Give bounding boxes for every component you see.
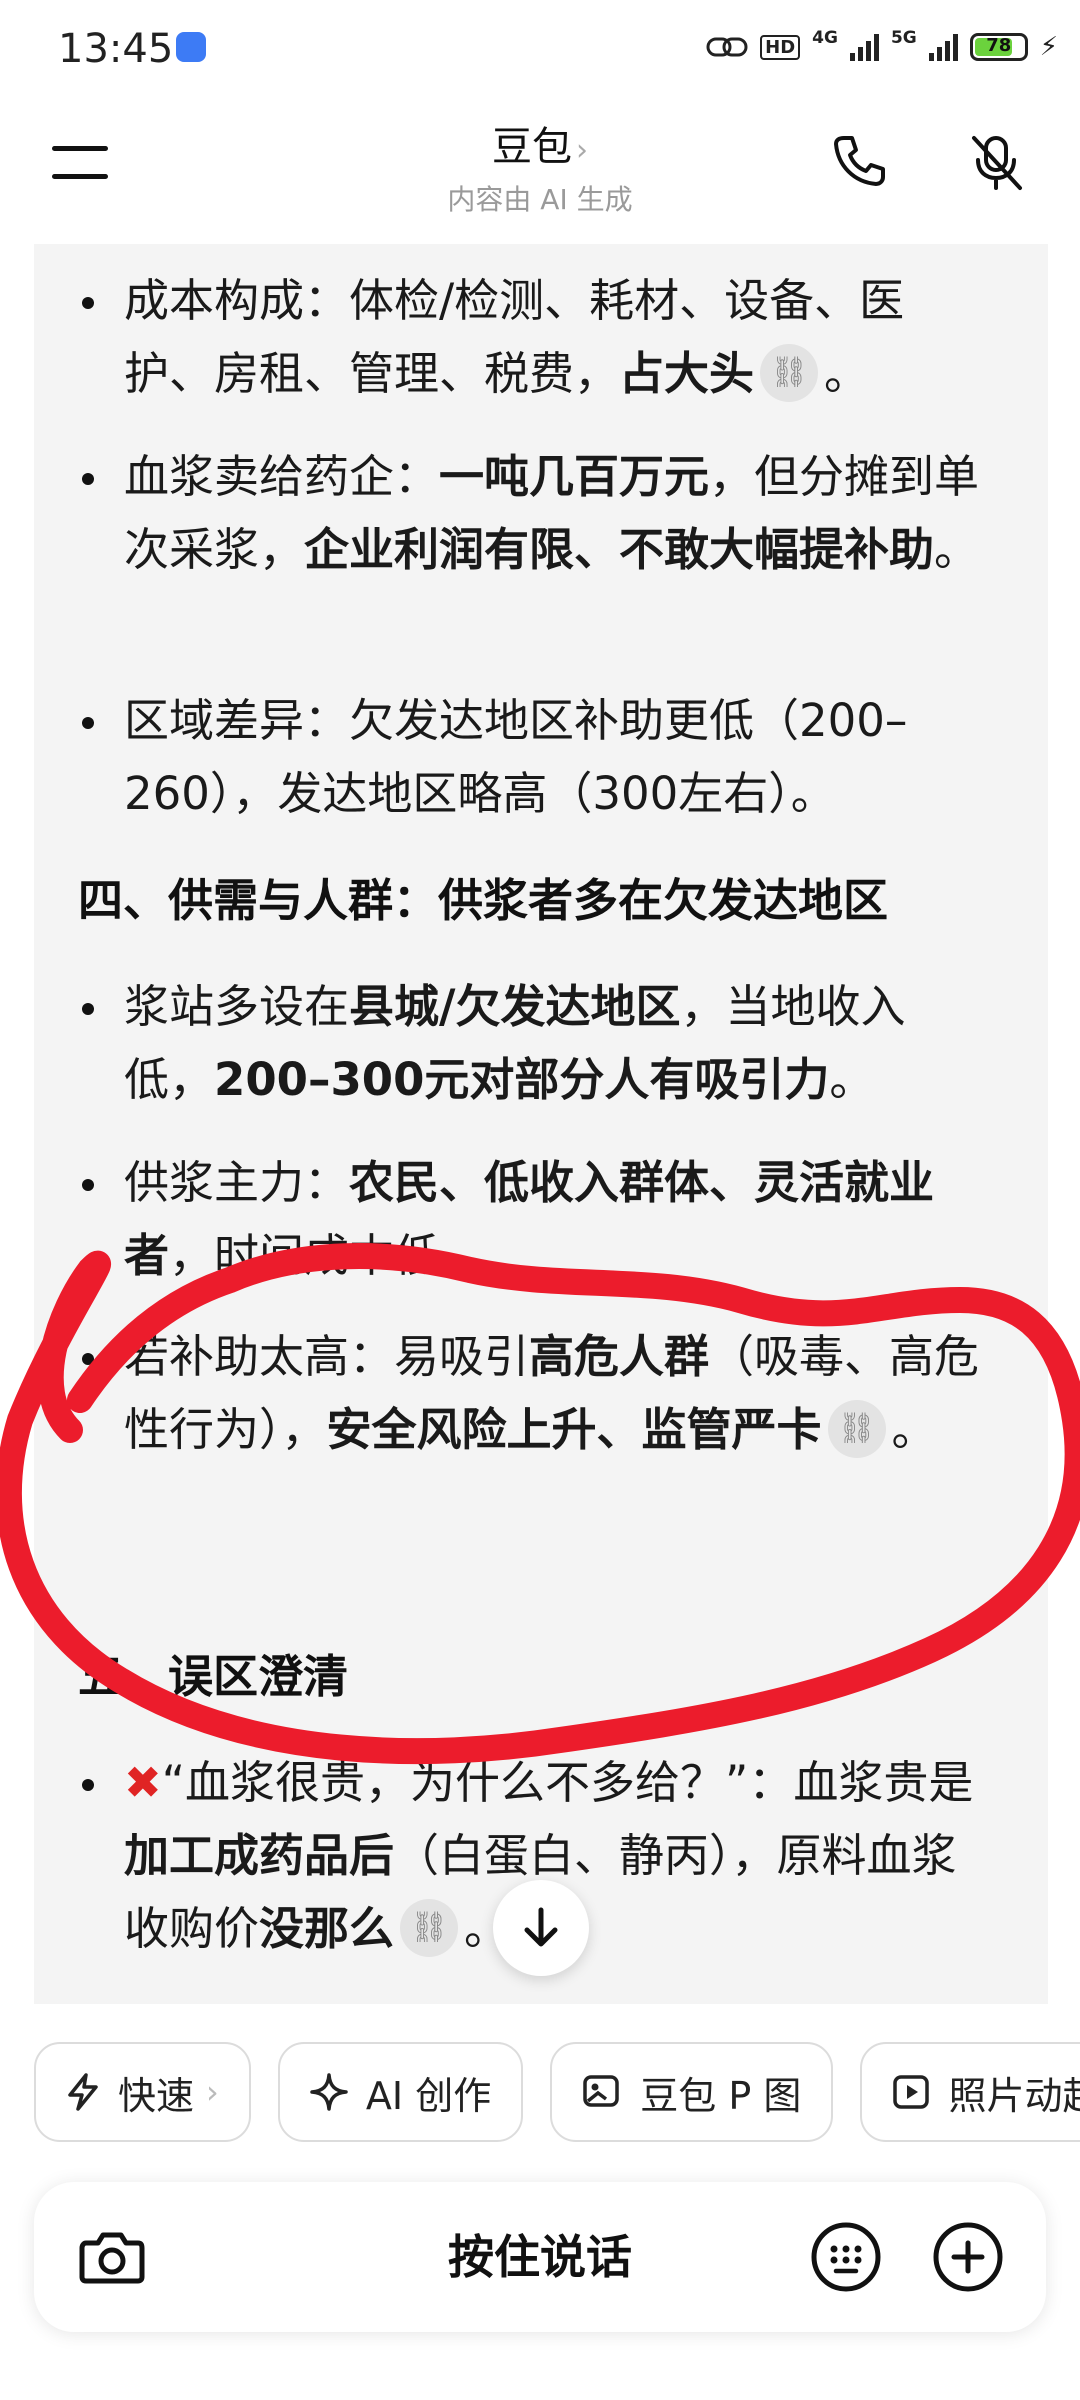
text: ，时间成本低。 bbox=[169, 1229, 485, 1282]
link-icon[interactable]: ⛓ bbox=[827, 1400, 886, 1458]
chip-photo-edit[interactable]: 豆包 P 图 bbox=[550, 2042, 834, 2142]
charging-icon: ⚡ bbox=[1039, 32, 1058, 62]
chip-quick[interactable]: 快速 › bbox=[34, 2042, 251, 2142]
notification-app-icon bbox=[176, 32, 206, 62]
list-item: 成本构成：体检/检测、耗材、设备、医护、房租、管理、税费，占大头 ⛓。 bbox=[34, 264, 1048, 410]
battery-icon: 78 bbox=[969, 33, 1028, 61]
chevron-right-icon: › bbox=[576, 133, 588, 168]
status-icons: HD 4G 5G 78 ⚡ bbox=[706, 28, 1058, 66]
scroll-to-bottom-button[interactable] bbox=[493, 1880, 589, 1976]
status-bar: 13:45 HD 4G 5G 78 ⚡ bbox=[0, 0, 1080, 96]
chip-label: 快速 bbox=[118, 2073, 195, 2118]
bold-text: 县城/欠发达地区 bbox=[349, 980, 681, 1033]
sparkle-icon bbox=[310, 2073, 348, 2111]
text: 。 bbox=[824, 347, 870, 400]
link-icon[interactable]: ⛓ bbox=[760, 344, 819, 402]
bold-text: 占大头 bbox=[619, 347, 755, 400]
bold-text: 加工成药品后 bbox=[124, 1829, 395, 1882]
network-5g-label: 5G bbox=[890, 28, 917, 48]
text: 浆站多设在 bbox=[124, 980, 350, 1033]
hold-to-talk-button[interactable]: 按住说话 bbox=[334, 2182, 746, 2332]
signal-icon bbox=[928, 33, 958, 61]
lightning-icon bbox=[66, 2073, 100, 2111]
chat-title: 豆包 bbox=[492, 124, 572, 170]
list-item: 血浆卖给药企：一吨几百万元，但分摊到单次采浆，企业利润有限、不敢大幅提补助。 bbox=[34, 440, 1048, 586]
bold-text: 200–300元对部分人有吸引力 bbox=[214, 1053, 830, 1106]
text: 。 bbox=[934, 523, 980, 576]
chip-label: AI 创作 bbox=[365, 2073, 492, 2118]
image-edit-icon bbox=[582, 2073, 622, 2111]
text: 。 bbox=[891, 1403, 937, 1456]
keyboard-icon[interactable] bbox=[808, 2219, 884, 2295]
link-status-icon bbox=[706, 37, 748, 57]
bold-text: 没那么 bbox=[259, 1902, 395, 1955]
chip-photo-animate[interactable]: 照片动起来 bbox=[860, 2042, 1080, 2142]
chat-title-area[interactable]: 豆包 › 内容由 AI 生成 bbox=[340, 114, 740, 218]
list-item: 区域差异：欠发达地区补助更低（200–260），发达地区略高（300左右）。 bbox=[34, 684, 1048, 830]
chat-header: 豆包 › 内容由 AI 生成 bbox=[0, 100, 1080, 240]
chip-label: 照片动起来 bbox=[948, 2073, 1080, 2118]
list-item: 浆站多设在县城/欠发达地区，当地收入低，200–300元对部分人有吸引力。 bbox=[34, 970, 1048, 1116]
chevron-right-icon: › bbox=[206, 2073, 219, 2111]
quick-action-chips: 快速 › AI 创作 豆包 P 图 照片动起来 bbox=[34, 2042, 1080, 2146]
input-bar: 按住说话 bbox=[34, 2182, 1046, 2332]
text: 若补助太高：易吸引 bbox=[124, 1330, 530, 1383]
section-heading: 四、供需与人群：供浆者多在欠发达地区 bbox=[78, 874, 889, 927]
status-time: 13:45 bbox=[58, 26, 174, 72]
arrow-down-icon bbox=[524, 1907, 558, 1947]
play-icon bbox=[892, 2073, 930, 2111]
chip-label: 豆包 P 图 bbox=[640, 2073, 802, 2118]
list-item: 若补助太高：易吸引高危人群（吸毒、高危性行为），安全风险上升、监管严卡 ⛓。 bbox=[34, 1320, 1048, 1466]
text: “血浆很贵，为什么不多给？”：血浆贵是 bbox=[161, 1756, 974, 1809]
ai-generated-notice: 内容由 AI 生成 bbox=[447, 183, 633, 216]
text: 血浆卖给药企： bbox=[124, 450, 440, 503]
section-heading: 五、误区澄清 bbox=[78, 1650, 349, 1703]
plus-icon[interactable] bbox=[930, 2219, 1006, 2295]
phone-icon[interactable] bbox=[826, 130, 890, 194]
bold-text: 高危人群 bbox=[529, 1330, 710, 1383]
bold-text: 一吨几百万元 bbox=[439, 450, 710, 503]
bold-text: 企业利润有限、不敢大幅提补助 bbox=[304, 523, 935, 576]
list-item: 供浆主力：农民、低收入群体、灵活就业者，时间成本低。 bbox=[34, 1146, 1048, 1292]
red-cross-icon: ✖ bbox=[124, 1756, 162, 1809]
link-icon[interactable]: ⛓ bbox=[400, 1899, 459, 1957]
mute-icon[interactable] bbox=[964, 130, 1028, 194]
camera-icon[interactable] bbox=[74, 2219, 150, 2295]
hd-badge: HD bbox=[760, 34, 801, 60]
text: 。 bbox=[829, 1053, 875, 1106]
menu-icon[interactable] bbox=[52, 144, 112, 184]
text: 供浆主力： bbox=[124, 1156, 350, 1209]
battery-percent: 78 bbox=[986, 35, 1012, 56]
network-4g-label: 4G bbox=[812, 28, 838, 48]
signal-icon bbox=[849, 33, 879, 61]
ai-message-card: 成本构成：体检/检测、耗材、设备、医护、房租、管理、税费，占大头 ⛓。 血浆卖给药… bbox=[34, 244, 1048, 2004]
chip-ai-create[interactable]: AI 创作 bbox=[277, 2042, 524, 2142]
bold-text: 安全风险上升、监管严卡 bbox=[326, 1403, 822, 1456]
text: 区域差异：欠发达地区补助更低（200–260），发达地区略高（300左右）。 bbox=[124, 694, 908, 820]
